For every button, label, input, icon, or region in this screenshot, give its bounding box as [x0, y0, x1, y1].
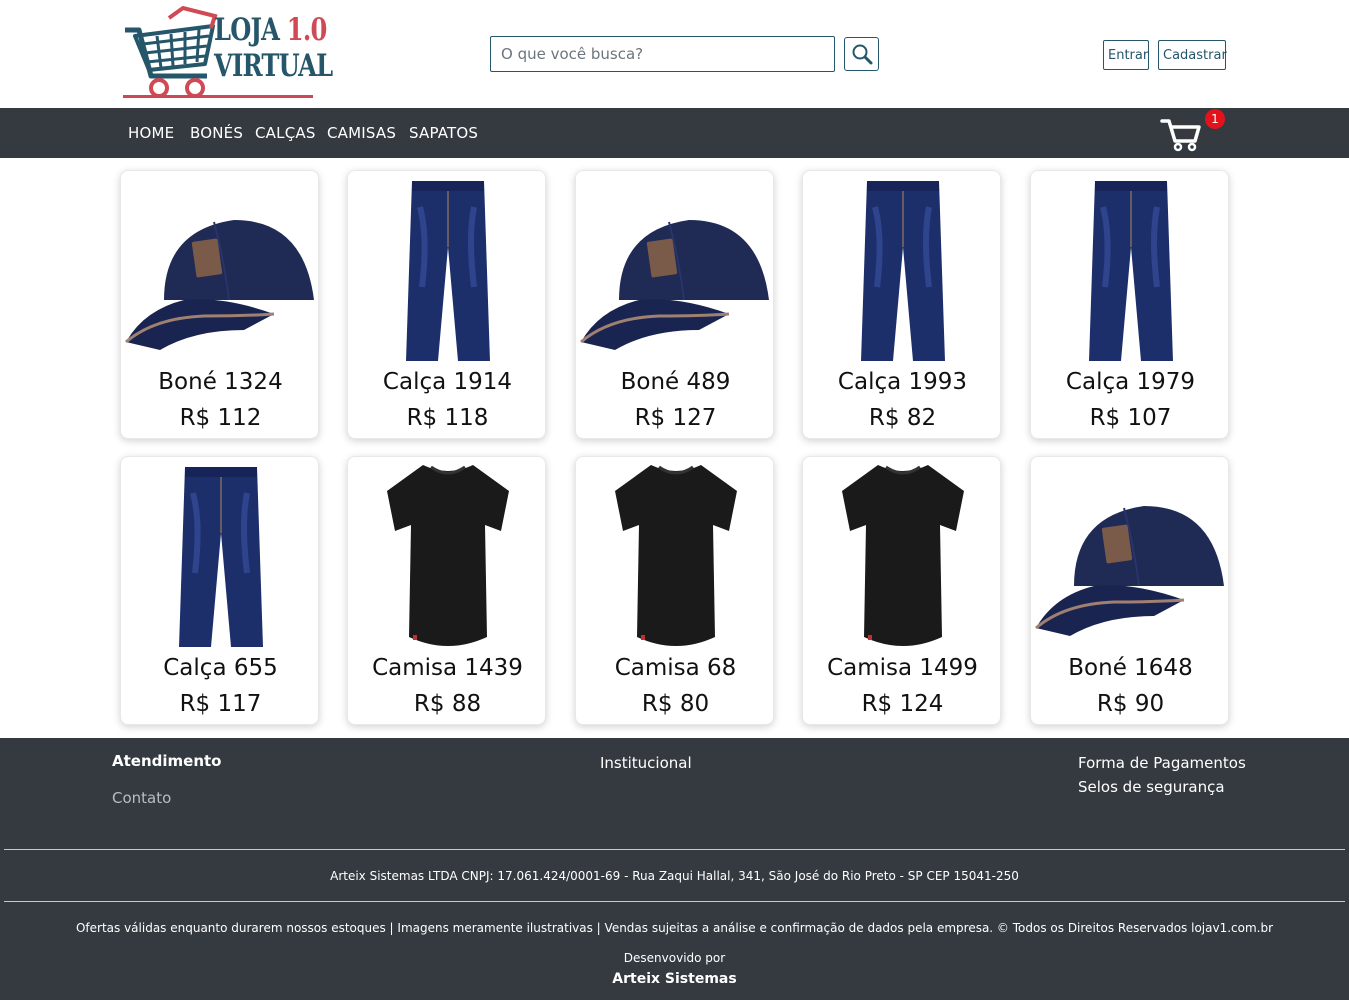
product-name: Camisa 68 [614, 655, 737, 681]
footer-developed-by: Desenvovido por [623, 951, 726, 965]
tshirt-icon [576, 461, 775, 651]
register-button[interactable]: Cadastrar [1158, 40, 1227, 70]
login-button[interactable]: Entrar [1103, 40, 1149, 70]
product-price: R$ 80 [641, 691, 710, 717]
footer-company-info: Arteix Sistemas LTDA CNPJ: 17.061.424/00… [330, 869, 1019, 883]
footer-pagamentos[interactable]: Forma de Pagamentos [1078, 754, 1246, 772]
product-price: R$ 107 [1089, 405, 1172, 431]
product-name: Boné 1648 [1068, 655, 1193, 681]
logo-line2: VIRTUAL [214, 48, 333, 84]
product-card[interactable]: Camisa 1499 R$ 124 [802, 456, 1001, 725]
product-price: R$ 90 [1096, 691, 1165, 717]
footer-selos[interactable]: Selos de segurança [1078, 778, 1225, 796]
search-input[interactable] [490, 36, 835, 72]
footer-divider [4, 901, 1345, 902]
nav-item-home[interactable]: HOME [128, 124, 174, 142]
nav-item-bones[interactable]: BONÉS [190, 124, 243, 142]
tshirt-icon [348, 461, 547, 651]
product-name: Boné 489 [620, 369, 731, 395]
nav-item-sapatos[interactable]: SAPATOS [409, 124, 478, 142]
shopping-cart-logo-icon [125, 6, 218, 98]
logo-underline [123, 95, 313, 98]
product-name: Calça 1914 [382, 369, 513, 395]
product-name: Calça 1993 [837, 369, 968, 395]
store-logo[interactable]: LOJA 1.0 VIRTUAL [121, 6, 333, 102]
footer-institucional[interactable]: Institucional [600, 754, 692, 772]
product-card[interactable]: Boné 1324 R$ 112 [120, 170, 319, 439]
product-card[interactable]: Boné 489 R$ 127 [575, 170, 774, 439]
jeans-icon [121, 461, 320, 651]
product-price: R$ 117 [179, 691, 262, 717]
product-price: R$ 112 [179, 405, 262, 431]
site-header: LOJA 1.0 VIRTUAL Entrar Cadastrar [0, 0, 1349, 108]
product-card[interactable]: Calça 1914 R$ 118 [347, 170, 546, 439]
jeans-icon [1031, 175, 1230, 365]
product-card[interactable]: Boné 1648 R$ 90 [1030, 456, 1229, 725]
product-card[interactable]: Calça 1993 R$ 82 [802, 170, 1001, 439]
jeans-icon [348, 175, 547, 365]
tshirt-icon [803, 461, 1002, 651]
product-price: R$ 88 [413, 691, 482, 717]
nav-item-camisas[interactable]: CAMISAS [327, 124, 396, 142]
cart-count-badge: 1 [1205, 109, 1225, 129]
product-name: Calça 1979 [1065, 369, 1196, 395]
product-name: Boné 1324 [158, 369, 283, 395]
product-card[interactable]: Calça 655 R$ 117 [120, 456, 319, 725]
footer-contato-link[interactable]: Contato [112, 789, 171, 807]
product-price: R$ 82 [868, 405, 937, 431]
nav-item-calcas[interactable]: CALÇAS [255, 124, 316, 142]
footer-disclaimer: Ofertas válidas enquanto durarem nossos … [75, 921, 1274, 935]
footer-divider [4, 849, 1345, 850]
cap-icon [121, 175, 320, 365]
footer-developer-name: Arteix Sistemas [612, 971, 737, 987]
product-name: Calça 655 [163, 655, 278, 681]
product-card[interactable]: Camisa 68 R$ 80 [575, 456, 774, 725]
product-name: Camisa 1499 [827, 655, 978, 681]
search-icon [852, 44, 872, 65]
cart-icon[interactable] [1160, 116, 1202, 152]
footer-atendimento-title: Atendimento [112, 752, 222, 770]
logo-line1: LOJA [214, 12, 280, 48]
cap-icon [1031, 461, 1230, 651]
search-button[interactable] [844, 37, 879, 71]
cap-icon [576, 175, 775, 365]
product-price: R$ 118 [406, 405, 489, 431]
main-navbar: HOME BONÉS CALÇAS CAMISAS SAPATOS [0, 108, 1349, 158]
product-price: R$ 124 [861, 691, 944, 717]
product-price: R$ 127 [634, 405, 717, 431]
logo-text: LOJA 1.0 VIRTUAL [214, 12, 333, 84]
logo-version: 1.0 [286, 12, 328, 48]
product-name: Camisa 1439 [372, 655, 523, 681]
site-footer: Atendimento Contato Institucional Forma … [0, 738, 1349, 1000]
product-card[interactable]: Camisa 1439 R$ 88 [347, 456, 546, 725]
jeans-icon [803, 175, 1002, 365]
product-card[interactable]: Calça 1979 R$ 107 [1030, 170, 1229, 439]
